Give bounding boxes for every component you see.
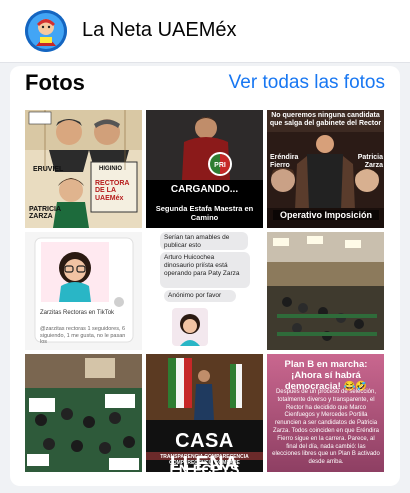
page-name[interactable]: La Neta UAEMéx — [82, 19, 237, 42]
chat-message-3: Anónimo por favor — [168, 292, 222, 299]
chat-message-2: Arturo Huicochea dinosaurio priísta está… — [164, 254, 240, 277]
chat-screenshot-image — [146, 232, 263, 350]
chat-message-1: Serían tan amables de publicar esto — [164, 234, 230, 249]
auditorium-photo — [267, 232, 384, 350]
plan-b-title: Plan B en marcha: ¡Ahora sí habrá democr… — [284, 359, 368, 392]
photo-tile-6[interactable] — [267, 232, 384, 350]
tiktok-account-subtitle: @zarzitas rectoras 1 seguidores, 6 sigui… — [40, 326, 126, 346]
photo-tile-2[interactable]: PRI CARGANDO... Segunda Estafa Maestra e… — [146, 110, 263, 228]
candidates-meme-bottom-text: Operativo Imposición — [273, 210, 379, 220]
caricature-label-right: HIGINIO — [99, 166, 123, 172]
photo-tile-7[interactable] — [25, 354, 142, 472]
svg-text:PRI: PRI — [214, 162, 226, 169]
tiktok-account-title: Zarzitas Rectoras en TikTok — [40, 310, 115, 316]
photos-card: Fotos Ver todas las fotos ERUVIEL HIGINI… — [10, 66, 400, 486]
photo-tile-4[interactable]: Zarzitas Rectoras en TikTok @zarzitas re… — [25, 232, 142, 350]
loading-meme-title: CARGANDO... — [170, 184, 239, 195]
casa-llena-title-2: EN FCPYS — [169, 461, 240, 472]
page-header: La Neta UAEMéx — [0, 0, 410, 63]
photo-tile-1[interactable]: ERUVIEL HIGINIO RECTORA DE LA UAEMéx PAT… — [25, 110, 142, 228]
photos-title: Fotos — [25, 70, 85, 95]
audience-photo — [25, 354, 142, 472]
photo-tile-3[interactable]: No queremos ninguna candidata que salga … — [267, 110, 384, 228]
caricature-label-left: ERUVIEL — [33, 166, 64, 173]
candidates-meme-left-label: Eréndira Fierro — [270, 154, 299, 169]
candidates-meme-right-label: Patricia Zarza — [357, 154, 383, 169]
candidates-meme-top-text: No queremos ninguna candidata que salga … — [269, 112, 382, 127]
see-all-photos-link[interactable]: Ver todas las fotos — [229, 72, 385, 94]
avatar-mascot-icon — [25, 10, 67, 52]
caricature-caption: RECTORA DE LA UAEMéx — [95, 180, 130, 202]
caricature-label-center: PATRICIA ZARZA — [29, 206, 61, 221]
loading-meme-subtitle: Segunda Estafa Maestra en Camino — [155, 204, 254, 222]
page-avatar[interactable] — [25, 10, 67, 52]
photo-tile-5[interactable]: Serían tan amables de publicar esto Artu… — [146, 232, 263, 350]
photo-tile-8[interactable]: CASA LLENA TRANSPARENCIA COMPARECENCIA C… — [146, 354, 263, 472]
plan-b-body: Después de un proceso de selección, tota… — [272, 389, 380, 466]
photo-tile-9[interactable]: Plan B en marcha: ¡Ahora sí habrá democr… — [267, 354, 384, 472]
